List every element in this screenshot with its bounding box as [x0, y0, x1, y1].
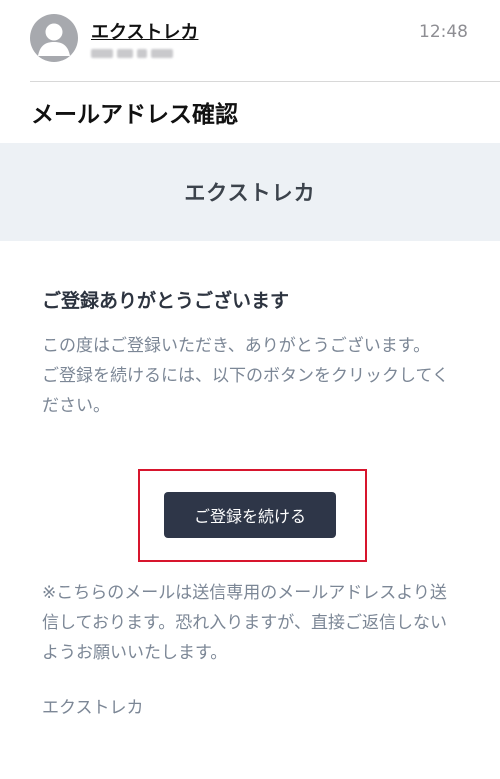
sender-name[interactable]: エクストレカ [91, 18, 198, 44]
recipient-redacted [91, 44, 173, 62]
email-subject: メールアドレス確認 [31, 102, 238, 128]
body-paragraph-2: ※こちらのメールは送信専用のメールアドレスより送信しております。恐れ入りますが、… [42, 583, 447, 663]
body-paragraph-1: この度はご登録いただき、ありがとうございます。 ご登録を続けるには、以下のボタン… [42, 336, 449, 416]
signature: エクストレカ [42, 698, 144, 718]
body-title: ご登録ありがとうございます [42, 290, 290, 312]
continue-registration-button[interactable]: ご登録を続ける [164, 492, 336, 538]
mail-header: エクストレカ 12:48 [30, 0, 500, 82]
brand-title: エクストレカ [184, 181, 316, 205]
brand-banner: エクストレカ [0, 143, 500, 241]
avatar-icon[interactable] [30, 14, 78, 62]
received-time: 12:48 [419, 22, 468, 42]
